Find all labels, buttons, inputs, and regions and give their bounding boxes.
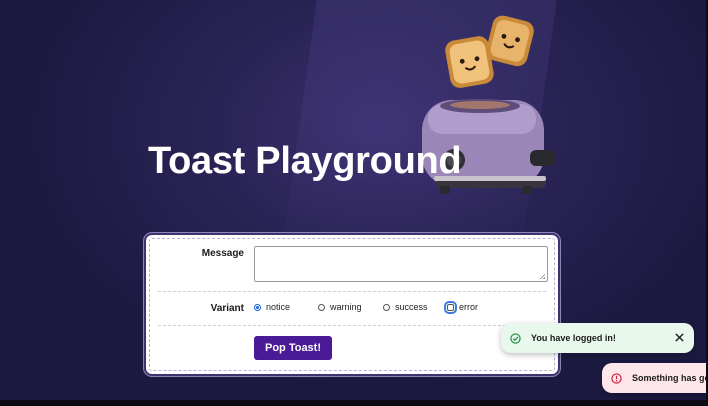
variant-radio-notice[interactable]: notice [254, 302, 290, 312]
message-textarea[interactable] [254, 246, 548, 282]
resize-grip-icon[interactable] [539, 273, 545, 279]
variant-radio-warning[interactable]: warning [318, 302, 362, 312]
radio-icon[interactable] [254, 303, 261, 311]
alert-circle-icon [611, 372, 622, 384]
close-icon[interactable] [674, 332, 685, 343]
variant-label-success: success [395, 302, 428, 312]
pop-toast-button[interactable]: Pop Toast! [254, 336, 332, 360]
variant-label-notice: notice [266, 302, 291, 312]
radio-icon[interactable] [318, 303, 325, 311]
toast-success: You have logged in! [501, 323, 694, 353]
message-label: Message [201, 248, 244, 259]
divider [158, 325, 546, 326]
toast-form: Message Variant notice warning success e… [146, 235, 558, 374]
divider [158, 291, 546, 292]
page-title: Toast Playground [148, 140, 462, 182]
toast-message: You have logged in! [531, 333, 616, 343]
radio-icon[interactable] [383, 303, 390, 311]
bottom-edge [0, 400, 708, 406]
radio-icon[interactable] [444, 300, 457, 314]
variant-radio-success[interactable]: success [383, 302, 428, 312]
variant-label-error: error [459, 302, 479, 312]
variant-radio-error[interactable]: error [444, 300, 479, 314]
toast-error: Something has go [602, 363, 708, 393]
check-circle-icon [510, 332, 521, 344]
toast-message: Something has go [632, 373, 708, 383]
variant-label-warning: warning [330, 302, 362, 312]
variant-label: Variant [210, 303, 244, 314]
